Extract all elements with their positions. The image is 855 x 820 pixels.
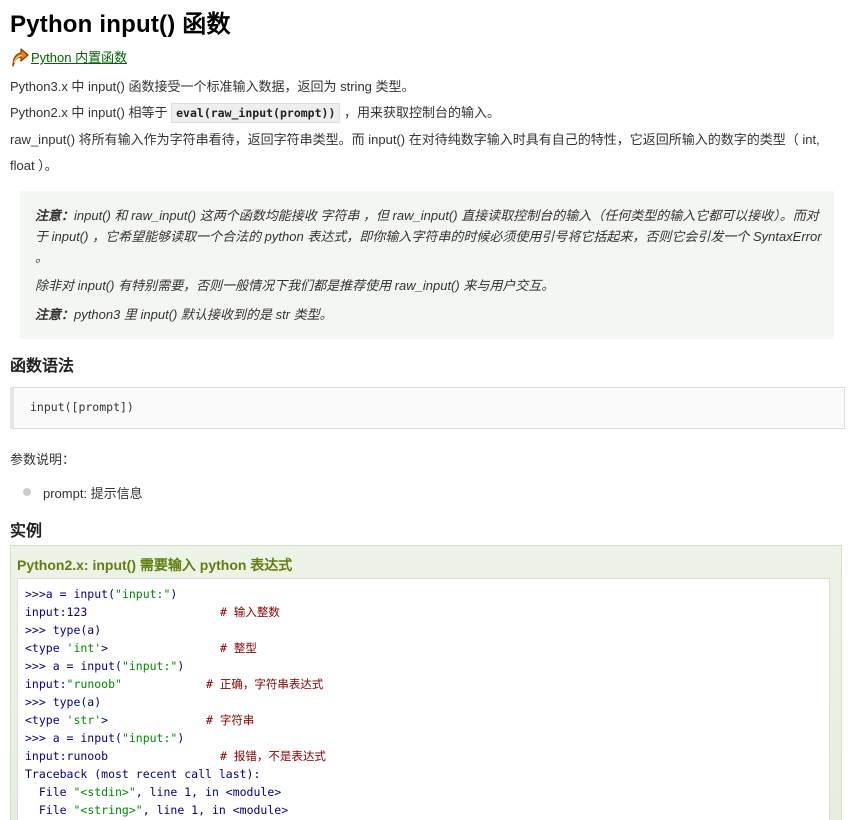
example-box: Python2.x: input() 需要输入 python 表达式 >>>a … <box>10 545 842 820</box>
code-string: "input:" <box>115 587 171 601</box>
note-3: 注意：python3 里 input() 默认接收到的是 str 类型。 <box>35 304 827 325</box>
syntax-heading: 函数语法 <box>10 358 75 375</box>
code-string: "<stdin>" <box>73 785 136 799</box>
code-text: >>>a = input("input:") <box>25 587 178 601</box>
code-line: input:"runoob" # 正确，字符串表达式 <box>25 675 822 693</box>
code-comment: # 报错，不是表达式 <box>220 749 326 763</box>
code-line: >>> a = input("input:") <box>25 657 822 675</box>
p2-text-after: ，用来获取控制台的输入。 <box>340 105 500 120</box>
syntax-code: input([prompt]) <box>30 400 134 414</box>
code-text: >>> type(a) <box>25 695 102 709</box>
code-comment: # 整型 <box>220 641 257 655</box>
p2-text-before: Python2.x 中 input() 相等于 <box>10 105 172 120</box>
intro-paragraph-3: raw_input() 将所有输入作为字符串看待，返回字符串类型。而 input… <box>10 132 820 173</box>
eval-raw-input-code: eval(raw_input(prompt)) <box>171 103 341 123</box>
note-3-label: 注意： <box>35 307 75 322</box>
code-line: >>> a = input("input:") <box>25 729 822 747</box>
code-comment: # 正确，字符串表达式 <box>206 677 324 691</box>
code-text: Traceback (most recent call last): <box>25 767 261 781</box>
param-item-prompt: prompt: 提示信息 <box>43 486 143 501</box>
code-text: File "<stdin>", line 1, in <module> <box>25 785 282 799</box>
code-line: File "<stdin>", line 1, in <module> <box>25 783 822 801</box>
up-arrow-icon <box>12 48 29 67</box>
code-text: input:"runoob" <box>25 677 122 691</box>
note-1-label: 注意： <box>35 208 75 223</box>
code-string: 'int' <box>66 641 102 655</box>
code-text: input:123 <box>25 605 88 619</box>
code-line: >>>a = input("input:") <box>25 585 822 603</box>
code-comment: # 字符串 <box>206 713 255 727</box>
code-text: >>> a = input("input:") <box>25 659 185 673</box>
code-string: "input:" <box>121 731 178 745</box>
code-text: >>> type(a) <box>25 623 102 637</box>
syntax-code-box: input([prompt]) <box>10 387 845 429</box>
code-line: >>> type(a) <box>25 621 822 639</box>
python-builtin-functions-link[interactable]: Python 内置函数 <box>31 47 127 66</box>
bullet-dot <box>23 488 31 496</box>
code-text: input:runoob <box>25 749 109 763</box>
note-1-text: input() 和 raw_input() 这两个函数均能接收 字符串 ，但 r… <box>35 208 822 265</box>
note-box: 注意：input() 和 raw_input() 这两个函数均能接收 字符串 ，… <box>20 191 834 339</box>
code-string: 'str' <box>66 713 102 727</box>
back-link[interactable]: Python 内置函数 <box>10 45 127 67</box>
code-string: "input:" <box>121 659 178 673</box>
intro-paragraph-2: Python2.x 中 input() 相等于 eval(raw_input(p… <box>10 100 500 126</box>
code-line: input:runoob # 报错，不是表达式 <box>25 747 822 765</box>
example-code-block: >>>a = input("input:") input:123 # 输入整数 >… <box>17 578 830 820</box>
code-string: "runoob" <box>66 677 122 691</box>
code-text: <type 'int'> <box>25 641 109 655</box>
code-comment: # 输入整数 <box>220 605 280 619</box>
code-line: <type 'int'> # 整型 <box>25 639 822 657</box>
code-line: <type 'str'> # 字符串 <box>25 711 822 729</box>
example-title: Python2.x: input() 需要输入 python 表达式 <box>17 557 293 573</box>
code-text: <type 'str'> <box>25 713 109 727</box>
example-heading: 实例 <box>10 523 43 540</box>
params-label: 参数说明： <box>10 452 76 467</box>
code-text: >>> a = input("input:") <box>25 731 185 745</box>
intro-paragraph-1: Python3.x 中 input() 函数接受一个标准输入数据，返回为 str… <box>10 79 415 94</box>
code-text: File "<string>", line 1, in <module> <box>25 803 289 817</box>
code-line: Traceback (most recent call last): <box>25 765 822 783</box>
code-line: File "<string>", line 1, in <module> <box>25 801 822 819</box>
note-2: 除非对 input() 有特别需要，否则一般情况下我们都是推荐使用 raw_in… <box>35 278 555 293</box>
code-line: >>> type(a) <box>25 693 822 711</box>
code-line: input:123 # 输入整数 <box>25 603 822 621</box>
code-string: "<string>" <box>73 803 143 817</box>
page-title: Python input() 函数 <box>10 11 231 38</box>
note-1: 注意：input() 和 raw_input() 这两个函数均能接收 字符串 ，… <box>35 205 827 268</box>
note-3-text: python3 里 input() 默认接收到的是 str 类型。 <box>74 307 333 322</box>
